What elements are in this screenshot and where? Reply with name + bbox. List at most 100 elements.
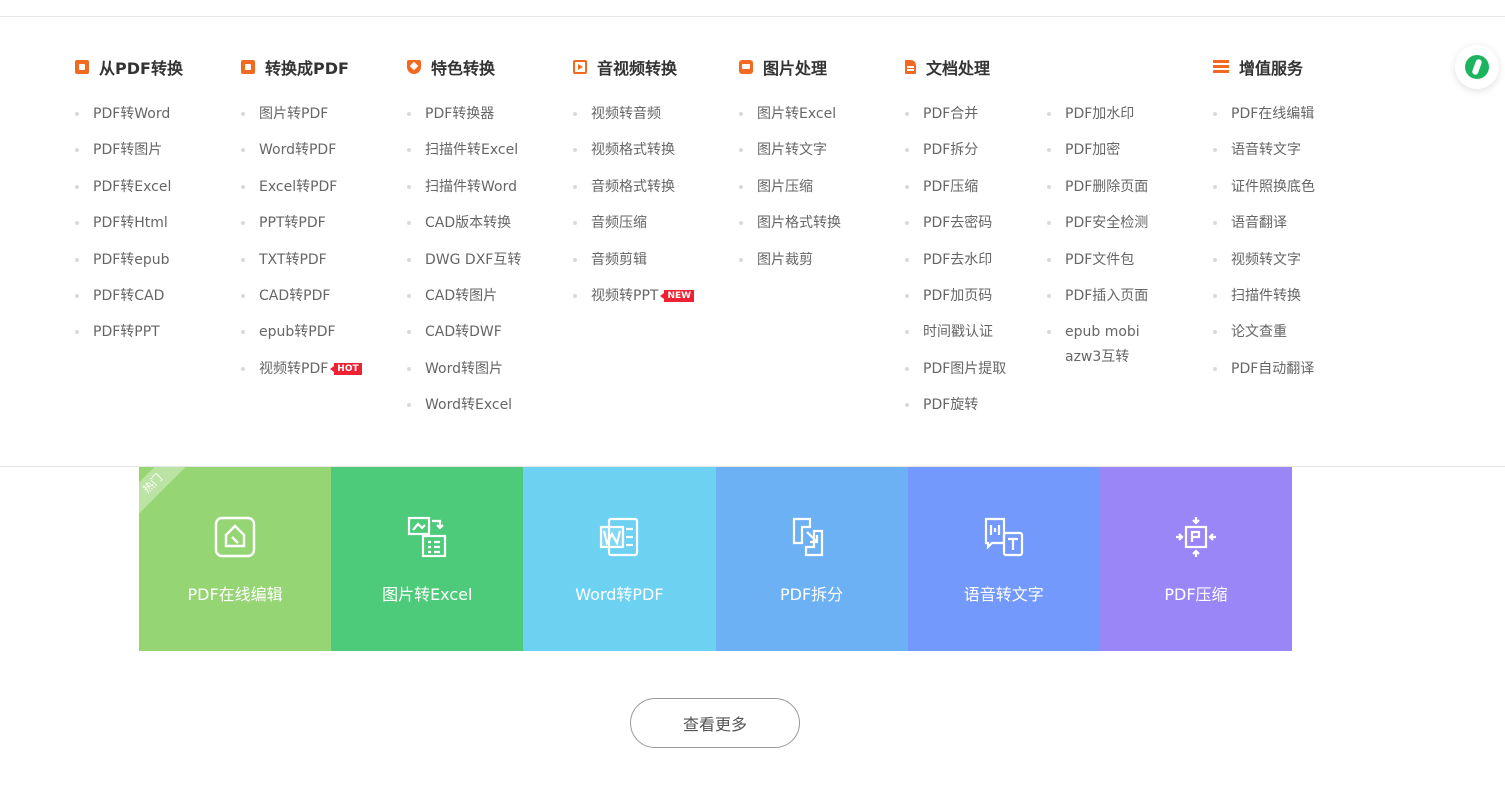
menu-item-link[interactable]: PDF安全检测	[1047, 213, 1151, 233]
menu-item-label: 图片转Excel	[757, 106, 837, 122]
menu-column-header: 音视频转换	[573, 56, 694, 78]
menu-item-link[interactable]: 扫描件转Excel	[407, 140, 521, 160]
menu-item-link[interactable]: PDF文件包	[1047, 250, 1151, 270]
menu-item-link[interactable]: 视频转PPT NEW	[573, 286, 695, 306]
menu-item-link[interactable]: PDF旋转	[905, 395, 1006, 415]
tool-tile[interactable]: Word转PDF	[523, 467, 716, 651]
menu-item-link[interactable]: DWG DXF互转	[407, 250, 521, 270]
menu-item-label: CAD版本转换	[425, 215, 512, 232]
menu-item-link[interactable]: 扫描件转Word	[407, 177, 521, 197]
menu-item-link[interactable]: PDF拆分	[905, 140, 1006, 160]
menu-item-link[interactable]: PDF转换器	[407, 104, 521, 124]
menu-item-link[interactable]: epub转PDF	[241, 322, 362, 342]
menu-item-link[interactable]: PDF去密码	[905, 213, 1006, 233]
menu-item-link[interactable]: CAD转PDF	[241, 286, 362, 306]
menu-item-link[interactable]: PDF在线编辑	[1213, 104, 1315, 124]
menu-item-link[interactable]: 音频剪辑	[573, 250, 694, 270]
document-icon	[905, 60, 916, 74]
speech-to-text-icon	[982, 515, 1026, 559]
menu-column-header: 特色转换	[407, 56, 521, 78]
menu-item-label: 扫描件转换	[1231, 287, 1301, 304]
tool-tile[interactable]: PDF拆分	[715, 467, 908, 651]
menu-item-label: Excel转PDF	[259, 178, 338, 195]
menu-item-link[interactable]: 音频格式转换	[573, 177, 694, 197]
menu-item-link[interactable]: 视频转PDF HOT	[241, 359, 362, 379]
menu-item-link[interactable]: Excel转PDF	[241, 177, 362, 197]
menu-item-link[interactable]: 证件照换底色	[1213, 177, 1315, 197]
menu-item-link[interactable]: PDF自动翻译	[1213, 359, 1315, 379]
menu-item-link[interactable]: PDF转Word	[75, 104, 183, 124]
menu-item-link[interactable]: PDF转Html	[75, 213, 183, 233]
featured-tools: 热门 PDF在线编辑 图片转Excel Word转PDF PDF拆分 语音转文字 PDF压缩	[139, 467, 1293, 651]
menu-item-label: 论文查重	[1231, 324, 1287, 341]
menu-item-label: PDF转图片	[93, 142, 163, 159]
tool-tile[interactable]: 图片转Excel	[331, 467, 524, 651]
menu-item-link[interactable]: PDF转PPT	[75, 322, 183, 342]
tool-tile[interactable]: 语音转文字	[907, 467, 1100, 651]
menu-item-link[interactable]: TXT转PDF	[241, 250, 362, 270]
menu-item-link[interactable]: Word转Excel	[407, 395, 521, 415]
menu-item-link[interactable]: 音频压缩	[573, 213, 694, 233]
tool-tile-label: 图片转Excel	[382, 585, 473, 604]
menu-column-av: 音视频转换视频转音频视频格式转换 音频格式转换 音频压缩音频剪辑视频转PPT NEW	[573, 56, 695, 322]
menu-item-link[interactable]: 图片转PDF	[241, 104, 362, 124]
menu-item-link[interactable]: 扫描件转换	[1213, 286, 1315, 306]
menu-item-link[interactable]: 图片压缩	[739, 177, 841, 197]
menu-item-link[interactable]: 视频转文字	[1213, 250, 1315, 270]
menu-column-image: 图片处理图片转Excel 图片转文字图片压缩图片格式转换 图片裁剪	[739, 56, 841, 286]
menu-item-link[interactable]: 视频转音频	[573, 104, 694, 124]
menu-item-link[interactable]: 论文查重	[1213, 322, 1315, 342]
view-more-button[interactable]: 查看更多	[630, 698, 800, 748]
menu-item-link[interactable]: PDF合并	[905, 104, 1006, 124]
menu-item-link[interactable]: 图片格式转换	[739, 213, 841, 233]
menu-item-link[interactable]: 视频格式转换	[573, 140, 694, 160]
menu-item-label: CAD转DWF	[425, 324, 502, 341]
image-icon	[739, 60, 753, 74]
menu-item-link[interactable]: 语音翻译	[1213, 213, 1315, 233]
menu-item-label: 视频转文字	[1231, 251, 1301, 268]
menu-item-link[interactable]: PDF图片提取	[905, 359, 1006, 379]
menu-item-link[interactable]: 语音转文字	[1213, 140, 1315, 160]
menu-item-link[interactable]: 时间戳认证	[905, 322, 1006, 342]
menu-item-label: Word转PDF	[259, 142, 337, 159]
menu-item-link[interactable]: CAD版本转换	[407, 213, 521, 233]
tool-tile-label: PDF在线编辑	[187, 585, 283, 604]
tool-tile[interactable]: 热门 PDF在线编辑	[139, 467, 332, 651]
menu-column-title: 文档处理	[926, 59, 991, 78]
menu-item-label: PDF插入页面	[1065, 287, 1149, 304]
menu-item-link[interactable]: 图片转文字	[739, 140, 841, 160]
menu-column-header: 图片处理	[739, 56, 841, 78]
menu-column-title: 图片处理	[763, 59, 828, 78]
menu-item-label: PDF加水印	[1065, 106, 1135, 122]
menu-item-link[interactable]: PPT转PDF	[241, 213, 362, 233]
menu-item-link[interactable]: PDF删除页面	[1047, 177, 1151, 197]
menu-item-label: PDF转PPT	[93, 324, 160, 341]
menu-item-link[interactable]: CAD转图片	[407, 286, 521, 306]
menu-item-link[interactable]: PDF压缩	[905, 177, 1006, 197]
menu-item-link[interactable]: Word转PDF	[241, 140, 362, 160]
menu-item-link[interactable]: PDF转Excel	[75, 177, 183, 197]
menu-item-link[interactable]: CAD转DWF	[407, 322, 521, 342]
tool-tile-label: PDF压缩	[1164, 585, 1228, 604]
menu-item-link[interactable]: PDF去水印	[905, 250, 1006, 270]
menu-item-label: PDF去水印	[923, 251, 993, 268]
menu-item-link[interactable]: PDF加水印	[1047, 104, 1151, 124]
menu-item-link[interactable]: epub mobi azw3互转	[1047, 320, 1151, 370]
to-pdf-icon	[241, 60, 255, 74]
menu-item-link[interactable]: 图片转Excel	[739, 104, 841, 124]
menu-item-link[interactable]: PDF转图片	[75, 140, 183, 160]
menu-column-header: 转换成PDF	[241, 56, 362, 78]
menu-item-label: PDF转CAD	[93, 287, 165, 304]
menu-item-label: 图片压缩	[757, 178, 813, 195]
menu-item-link[interactable]: PDF转CAD	[75, 286, 183, 306]
menu-item-label: 视频转PDF	[259, 360, 329, 377]
tool-tile[interactable]: PDF压缩	[1099, 467, 1293, 651]
menu-item-link[interactable]: PDF加密	[1047, 140, 1151, 160]
menu-item-link[interactable]: PDF转epub	[75, 250, 183, 270]
menu-item-link[interactable]: PDF插入页面	[1047, 286, 1151, 306]
menu-item-link[interactable]: Word转图片	[407, 359, 521, 379]
menu-item-link[interactable]: 图片裁剪	[739, 250, 841, 270]
floating-assistant-button[interactable]	[1455, 45, 1499, 89]
menu-item-link[interactable]: PDF加页码	[905, 286, 1006, 306]
menu-item-label: epub转PDF	[259, 324, 336, 341]
